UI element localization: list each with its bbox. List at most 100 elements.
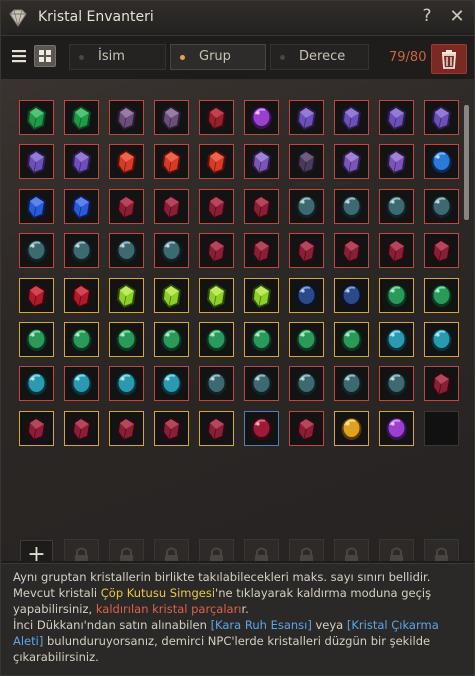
crystal-slot[interactable] [64, 233, 99, 269]
crystal-slot[interactable] [199, 100, 234, 135]
crystal-slot[interactable] [199, 277, 234, 313]
crystal-slot[interactable] [199, 144, 234, 180]
crystal-slot[interactable] [289, 233, 324, 269]
crystal-slot[interactable] [334, 188, 369, 224]
crystal-slot[interactable] [64, 100, 99, 135]
crystal-slot[interactable] [244, 100, 279, 135]
crystal-slot[interactable] [334, 100, 369, 135]
help-icon[interactable]: ? [419, 6, 435, 28]
crystal-slot[interactable] [64, 366, 99, 402]
crystal-slot[interactable] [424, 100, 459, 135]
crystal-slot[interactable] [199, 322, 234, 357]
crystal-icon [26, 373, 47, 396]
crystal-slot[interactable] [334, 322, 369, 357]
crystal-slot[interactable] [289, 366, 324, 402]
crystal-icon [116, 329, 137, 351]
crystal-slot[interactable] [244, 233, 279, 269]
crystal-slot[interactable] [289, 100, 324, 135]
crystal-slot[interactable] [109, 366, 144, 402]
crystal-slot[interactable] [19, 322, 54, 357]
crystal-slot[interactable] [109, 233, 144, 269]
crystal-slot[interactable] [244, 366, 279, 402]
crystal-slot[interactable] [424, 277, 459, 313]
crystal-slot[interactable] [64, 144, 99, 180]
info-line-4: İnci Dükkanı'ndan satın alınabilen [Kara… [13, 618, 439, 632]
crystal-slot[interactable] [334, 144, 369, 180]
crystal-slot[interactable] [64, 277, 99, 313]
crystal-slot[interactable] [424, 144, 459, 180]
crystal-slot[interactable] [109, 144, 144, 180]
lock-icon [300, 547, 313, 561]
crystal-slot[interactable] [244, 410, 279, 446]
crystal-slot[interactable] [19, 277, 54, 313]
crystal-slot[interactable] [424, 188, 459, 224]
crystal-slot[interactable] [64, 188, 99, 224]
crystal-icon [297, 416, 316, 441]
crystal-slot[interactable] [379, 233, 414, 269]
add-slot-button[interactable]: + [20, 540, 53, 561]
crystal-slot[interactable] [19, 188, 54, 224]
crystal-slot[interactable] [199, 366, 234, 402]
crystal-slot[interactable] [244, 322, 279, 357]
crystal-slot[interactable] [379, 100, 414, 135]
crystal-slot[interactable] [289, 188, 324, 224]
crystal-slot[interactable] [334, 366, 369, 402]
crystal-slot[interactable] [289, 322, 324, 357]
crystal-slot[interactable] [64, 322, 99, 357]
crystal-slot[interactable] [334, 233, 369, 269]
tab-grup[interactable]: Grup [170, 44, 266, 70]
crystal-icon [162, 106, 181, 130]
crystal-slot[interactable] [424, 366, 459, 402]
crystal-slot[interactable] [154, 366, 189, 402]
crystal-slot[interactable] [379, 322, 414, 357]
crystal-slot[interactable] [19, 233, 54, 269]
crystal-slot[interactable] [289, 410, 324, 446]
crystal-slot[interactable] [379, 410, 414, 446]
crystal-slot[interactable] [154, 188, 189, 224]
crystal-icon [431, 195, 452, 218]
crystal-slot[interactable] [64, 410, 99, 446]
crystal-slot[interactable] [154, 100, 189, 135]
crystal-slot[interactable] [289, 277, 324, 313]
crystal-slot[interactable] [424, 322, 459, 357]
info-line-1: Aynı gruptan kristallerin birlikte takıl… [13, 570, 431, 584]
scrollbar[interactable] [464, 105, 469, 220]
crystal-slot[interactable] [334, 277, 369, 313]
crystal-slot[interactable] [244, 188, 279, 224]
crystal-slot[interactable] [154, 410, 189, 446]
crystal-icon [207, 416, 226, 441]
crystal-slot[interactable] [154, 144, 189, 180]
crystal-slot[interactable] [199, 188, 234, 224]
tab-isim[interactable]: İsim [69, 44, 166, 70]
crystal-slot[interactable] [424, 233, 459, 269]
crystal-slot[interactable] [109, 188, 144, 224]
crystal-slot[interactable] [379, 188, 414, 224]
crystal-slot[interactable] [199, 233, 234, 269]
list-view-button[interactable] [8, 45, 30, 67]
trash-button[interactable] [431, 44, 467, 74]
crystal-slot[interactable] [199, 410, 234, 446]
crystal-slot[interactable] [244, 144, 279, 180]
crystal-slot[interactable] [109, 322, 144, 357]
crystal-slot[interactable] [379, 366, 414, 402]
empty-slot[interactable] [424, 410, 459, 446]
crystal-slot[interactable] [109, 100, 144, 135]
close-icon[interactable]: ✕ [447, 6, 467, 28]
grid-view-button[interactable] [34, 45, 56, 67]
crystal-slot[interactable] [19, 144, 54, 180]
crystal-slot[interactable] [109, 277, 144, 313]
extraction-tool-ref: [Kristal Çıkarma [346, 618, 439, 632]
crystal-slot[interactable] [154, 277, 189, 313]
tab-derece[interactable]: Derece [270, 44, 369, 70]
crystal-slot[interactable] [19, 410, 54, 446]
crystal-slot[interactable] [109, 410, 144, 446]
crystal-slot[interactable] [379, 277, 414, 313]
crystal-slot[interactable] [244, 277, 279, 313]
crystal-slot[interactable] [379, 144, 414, 180]
crystal-slot[interactable] [19, 100, 54, 135]
crystal-slot[interactable] [334, 410, 369, 446]
crystal-slot[interactable] [289, 144, 324, 180]
crystal-slot[interactable] [19, 366, 54, 402]
crystal-slot[interactable] [154, 233, 189, 269]
crystal-slot[interactable] [154, 322, 189, 357]
